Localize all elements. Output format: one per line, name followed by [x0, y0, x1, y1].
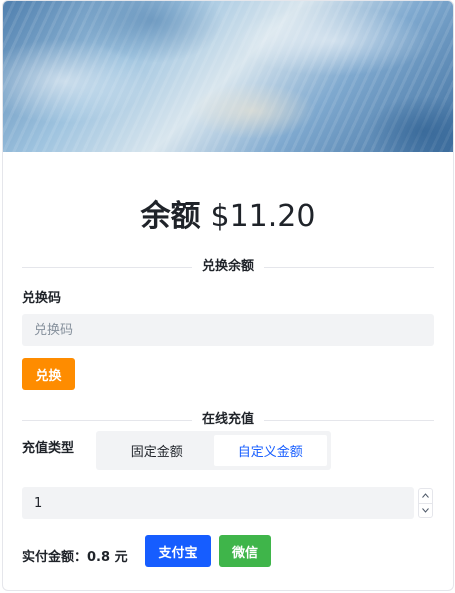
- recharge-type-selector: 固定金额 自定义金额: [96, 431, 331, 470]
- redeem-section-divider: 兑换余额: [22, 257, 434, 277]
- redeem-code-input[interactable]: [22, 314, 434, 346]
- redeem-section-title: 兑换余额: [191, 257, 265, 277]
- wallet-card: 余额 $11.20 兑换余额 兑换码 兑换 在线充值 充值类型 固定金额 自定义金…: [2, 0, 454, 591]
- balance-value: $11.20: [210, 199, 316, 234]
- recharge-section-title: 在线充值: [191, 410, 265, 430]
- chevron-up-icon[interactable]: [419, 489, 432, 503]
- recharge-type-fixed[interactable]: 固定金额: [100, 435, 214, 466]
- balance-label: 余额: [140, 199, 201, 234]
- redeem-code-label: 兑换码: [22, 291, 62, 306]
- recharge-type-custom[interactable]: 自定义金额: [213, 435, 327, 466]
- balance-display: 余额 $11.20: [3, 197, 453, 237]
- wechat-pay-button[interactable]: 微信: [219, 535, 271, 567]
- redeem-button[interactable]: 兑换: [22, 358, 75, 390]
- amount-input[interactable]: [22, 487, 414, 519]
- pay-amount-value: 0.8 元: [87, 550, 128, 565]
- chevron-down-icon[interactable]: [419, 502, 432, 518]
- alipay-button[interactable]: 支付宝: [145, 535, 211, 567]
- amount-stepper: [418, 488, 433, 518]
- pay-amount-label: 实付金额：: [22, 550, 88, 565]
- banner-image: [3, 1, 453, 152]
- recharge-type-label: 充值类型: [22, 441, 75, 456]
- recharge-section-divider: 在线充值: [22, 410, 434, 430]
- pay-amount: 实付金额：0.8 元: [22, 549, 128, 567]
